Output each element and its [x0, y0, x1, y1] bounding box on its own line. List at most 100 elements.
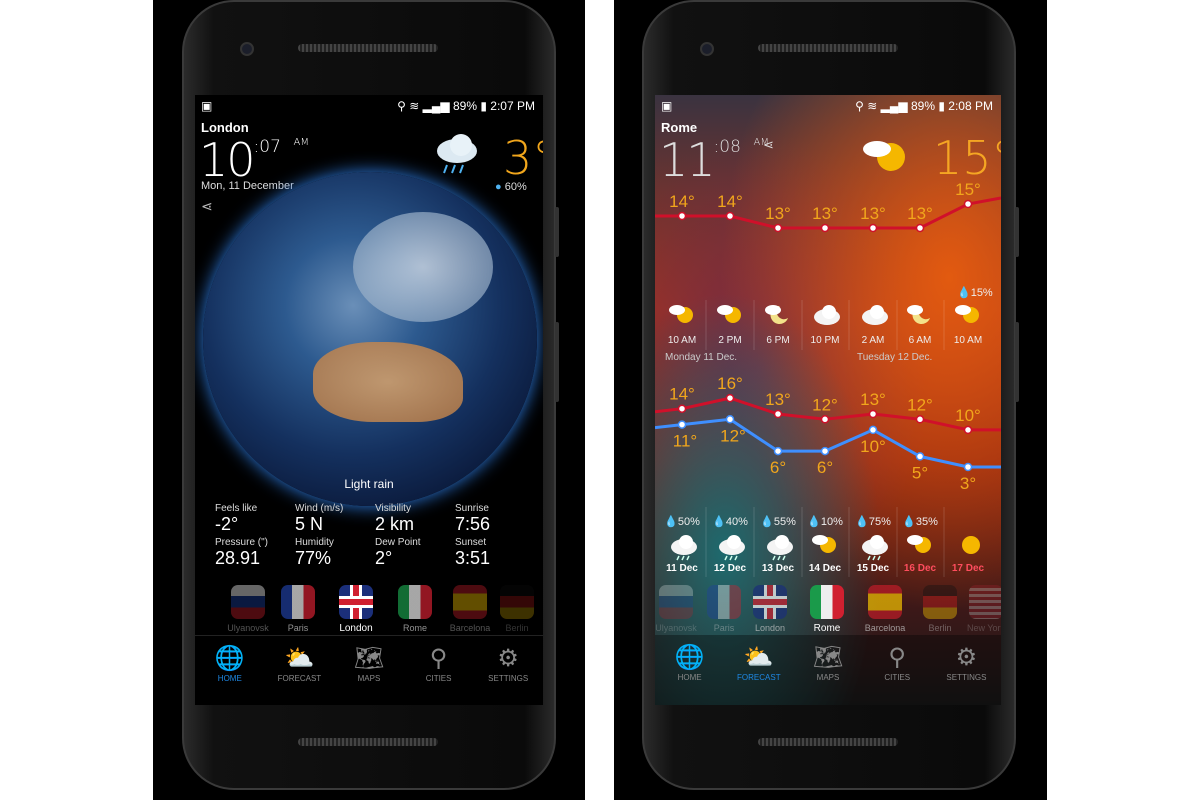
flag-new-york[interactable]	[969, 585, 1001, 619]
daily-high-point	[677, 404, 687, 413]
hourly-time: 6 PM	[766, 335, 789, 346]
flag-barcelona[interactable]	[453, 585, 487, 619]
stat-wind: Wind (m/s) 5 N	[295, 503, 344, 534]
flag-london[interactable]	[753, 585, 787, 619]
hourly-precip: 💧15%	[957, 286, 993, 299]
hourly-time: 10 AM	[668, 335, 696, 346]
hourly-time: 10 AM	[954, 335, 982, 346]
daily-date: 12 Dec	[714, 563, 747, 574]
precip-chance: 60%	[504, 181, 527, 193]
battery-level: 89%	[452, 99, 477, 113]
partly-sunny-icon	[907, 535, 931, 553]
screen-home: ▣ ⚲ ≋ ▂▄▆ 89% ▮ 2:07 PM London 10:07 AM …	[195, 95, 543, 705]
nav-settings[interactable]: ⚙ SETTINGS	[932, 635, 1001, 705]
hourly-temp-label: 13°	[765, 204, 791, 223]
nav-label: SETTINGS	[946, 673, 987, 682]
share-icon[interactable]: ⋖	[201, 198, 213, 215]
date-label: Mon, 11 December	[201, 180, 294, 192]
daily-high-label: 12°	[907, 395, 933, 414]
sun-cloud-rain-icon	[767, 535, 793, 561]
nav-settings[interactable]: ⚙ SETTINGS	[473, 636, 543, 705]
nav-home[interactable]: 🌐 HOME	[195, 636, 265, 705]
stat-feels-like: Feels like -2°	[215, 503, 258, 534]
stat-pressure: Pressure (") 28.91	[215, 537, 269, 568]
forecast-icon: ⛅	[743, 644, 774, 671]
nav-home[interactable]: 🌐 HOME	[655, 635, 724, 705]
stat-sunset: Sunset 3:51	[455, 537, 491, 568]
nav-maps[interactable]: 🗺 MAPS	[334, 636, 404, 705]
signal-icon: ▂▄▆	[422, 99, 450, 113]
gallery-icon: ▣	[201, 99, 213, 113]
partly-sunny-icon	[669, 305, 693, 323]
nav-maps[interactable]: 🗺 MAPS	[793, 635, 862, 705]
hourly-temp-label: 14°	[669, 192, 695, 211]
location-icon: ⚲	[397, 99, 406, 113]
nav-label: FORECAST	[277, 674, 322, 683]
hourly-temp-label: 14°	[717, 192, 743, 211]
settings-icon: ⚙	[955, 644, 978, 671]
cloud-icon	[814, 305, 840, 325]
screen-forecast: ▣ ⚲ ≋ ▂▄▆ 89% ▮ 2:08 PM Rome 11:08 AM ⋖ …	[655, 95, 1001, 705]
daily-date: 15 Dec	[857, 563, 890, 574]
city-label[interactable]: Berlin	[482, 623, 543, 633]
flag-london[interactable]	[339, 585, 373, 619]
flag-ulyanovsk[interactable]	[659, 585, 693, 619]
speaker-bottom	[758, 738, 898, 746]
nav-label: HOME	[677, 673, 702, 682]
volume-button	[1015, 207, 1019, 257]
flag-barcelona[interactable]	[868, 585, 902, 619]
flag-rome[interactable]	[810, 585, 844, 619]
daily-low-label: 6°	[770, 458, 786, 477]
daily-low-point	[915, 452, 925, 461]
daily-high-point	[915, 415, 925, 424]
flag-paris[interactable]	[707, 585, 741, 619]
daily-low-label: 5°	[912, 463, 928, 482]
camera	[240, 42, 254, 56]
stat-dew-point: Dew Point 2°	[375, 537, 421, 568]
clock: 10:07 AM	[199, 133, 309, 187]
earth-globe[interactable]	[203, 172, 537, 506]
sun-cloud-rain-icon	[671, 535, 697, 561]
cloud-rain-icon	[862, 535, 888, 561]
flag-ulyanovsk[interactable]	[231, 585, 265, 619]
partly-sunny-icon	[812, 535, 836, 553]
hourly-time: 2 PM	[718, 335, 741, 346]
hourly-temp-point	[725, 211, 735, 221]
daily-high-label: 13°	[765, 390, 791, 409]
partly-sunny-icon	[717, 305, 741, 323]
pin-icon: ⚲	[888, 644, 906, 671]
flag-berlin[interactable]	[923, 585, 957, 619]
bottom-nav: 🌐 HOME ⛅ FORECAST 🗺 MAPS ⚲ CITIES ⚙ SETTINGS	[195, 635, 543, 705]
droplet-icon: ●	[495, 181, 502, 193]
daily-precip: 💧35%	[902, 515, 938, 528]
hourly-time: 2 AM	[862, 335, 885, 346]
daily-high-label: 10°	[955, 406, 981, 425]
sun-cloud-rain-icon	[719, 535, 745, 561]
daily-date: 13 Dec	[762, 563, 795, 574]
speaker-top	[298, 44, 438, 52]
flag-paris[interactable]	[281, 585, 315, 619]
nav-cities[interactable]: ⚲ CITIES	[404, 636, 474, 705]
forecast-charts: 14° 10 AM 14° 2 PM 13° 6 PM 13° 10 PM 13° 2 AM 13°…	[655, 180, 1001, 577]
daily-high-point	[773, 409, 783, 419]
nav-forecast[interactable]: ⛅ FORECAST	[724, 635, 793, 705]
flag-rome[interactable]	[398, 585, 432, 619]
daily-precip: 💧40%	[712, 515, 748, 528]
speaker-bottom	[298, 738, 438, 746]
cloud-icon	[862, 305, 888, 325]
hourly-temp-point	[868, 223, 878, 233]
hourly-temp-label: 13°	[812, 204, 838, 223]
daily-low-label: 12°	[720, 426, 746, 445]
flag-berlin[interactable]	[500, 585, 534, 619]
daily-low-label: 3°	[960, 474, 976, 493]
bottom-nav: 🌐 HOME ⛅ FORECAST 🗺 MAPS ⚲ CITIES ⚙ SETTINGS	[655, 635, 1001, 705]
condition-label: Light rain	[344, 477, 394, 491]
hourly-temp-label: 15°	[955, 180, 981, 199]
city-label[interactable]: New York	[951, 623, 1001, 633]
stat-sunrise: Sunrise 7:56	[455, 503, 491, 534]
nav-cities[interactable]: ⚲ CITIES	[863, 635, 932, 705]
day-label: Monday 11 Dec.	[665, 352, 737, 363]
nav-forecast[interactable]: ⛅ FORECAST	[265, 636, 335, 705]
map-icon: 🗺	[812, 644, 844, 671]
africa-landmass	[313, 342, 463, 422]
